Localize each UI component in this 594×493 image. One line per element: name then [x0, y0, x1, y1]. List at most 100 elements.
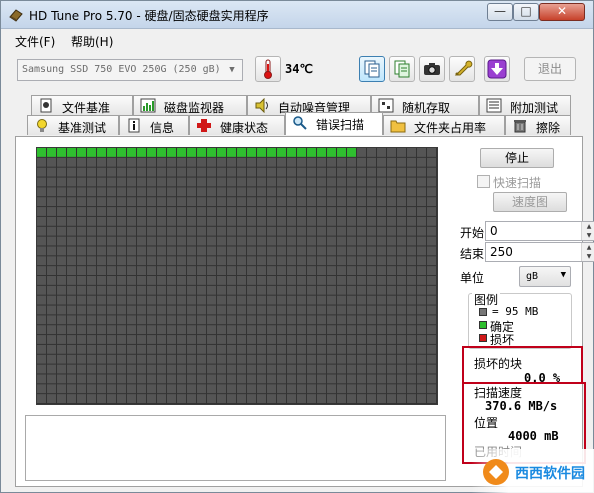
unscanned-block [367, 246, 376, 256]
unscanned-block [127, 187, 136, 197]
unscanned-block [307, 157, 316, 167]
unscanned-block [117, 177, 126, 187]
stop-button[interactable]: 停止 [480, 148, 554, 168]
unscanned-block [337, 394, 346, 403]
unscanned-block [107, 335, 116, 344]
unscanned-block [57, 246, 66, 256]
quick-scan-checkbox[interactable] [477, 175, 490, 188]
unscanned-block [107, 236, 116, 246]
unscanned-block [167, 276, 176, 285]
unscanned-block [177, 266, 186, 275]
maximize-button[interactable]: □ [513, 3, 539, 21]
unscanned-block [197, 344, 206, 354]
menu-file[interactable]: 文件(F) [15, 33, 55, 50]
unit-select[interactable]: gB ▼ [519, 266, 571, 287]
save-button[interactable] [484, 56, 510, 82]
unscanned-block [417, 256, 426, 266]
unscanned-block [427, 207, 436, 216]
unscanned-block [377, 167, 386, 177]
start-input[interactable]: 0 ▲ ▼ [485, 221, 594, 241]
options-button[interactable] [449, 56, 475, 82]
unscanned-block [187, 216, 196, 226]
unscanned-block [87, 226, 96, 236]
tab-info[interactable]: 信息 [119, 115, 189, 135]
start-spinner[interactable]: ▲ ▼ [581, 222, 594, 240]
unscanned-block [427, 315, 436, 325]
unscanned-block [77, 374, 86, 384]
unscanned-block [267, 344, 276, 354]
unscanned-block [307, 315, 316, 325]
close-button[interactable]: ✕ [539, 3, 585, 21]
unscanned-block [247, 325, 256, 335]
unscanned-block [147, 266, 156, 275]
unscanned-block [237, 394, 246, 403]
copy-all-button[interactable] [389, 56, 415, 82]
unscanned-block [77, 167, 86, 177]
watermark-logo-icon [483, 459, 509, 485]
unscanned-block [137, 216, 146, 226]
unscanned-block [367, 177, 376, 187]
unscanned-block [167, 256, 176, 266]
unscanned-block [87, 207, 96, 216]
tab-health-label: 健康状态 [220, 121, 269, 135]
unscanned-block [427, 157, 436, 167]
screenshot-button[interactable] [419, 56, 445, 82]
copy-info-button[interactable] [359, 56, 385, 82]
unscanned-block [377, 384, 386, 394]
unscanned-block [357, 207, 366, 216]
unscanned-block [237, 305, 246, 315]
unscanned-block [177, 177, 186, 187]
unscanned-block [297, 167, 306, 177]
unscanned-block [377, 226, 386, 236]
unscanned-block [247, 315, 256, 325]
minimize-button[interactable]: — [487, 3, 513, 21]
unscanned-block [97, 354, 106, 364]
unscanned-block [367, 276, 376, 285]
unscanned-block [307, 266, 316, 275]
tab-extra-tests[interactable]: 附加测试 [479, 95, 571, 115]
drive-select[interactable]: Samsung SSD 750 EVO 250G (250 gB) ▼ [17, 59, 243, 81]
tab-health[interactable]: 健康状态 [189, 115, 285, 135]
unscanned-block [357, 236, 366, 246]
unscanned-block [167, 374, 176, 384]
tab-benchmark[interactable]: 基准测试 [27, 115, 119, 135]
unscanned-block [147, 384, 156, 394]
unscanned-block [417, 167, 426, 177]
scanned-block [47, 148, 56, 157]
unscanned-block [167, 236, 176, 246]
unscanned-block [177, 285, 186, 295]
unscanned-block [377, 148, 386, 157]
unscanned-block [187, 157, 196, 167]
unscanned-block [217, 276, 226, 285]
unscanned-block [127, 236, 136, 246]
unscanned-block [347, 364, 356, 374]
unscanned-block [327, 236, 336, 246]
unscanned-block [147, 226, 156, 236]
unscanned-block [367, 157, 376, 167]
unscanned-block [137, 384, 146, 394]
unscanned-block [407, 256, 416, 266]
unscanned-block [417, 305, 426, 315]
unscanned-block [167, 354, 176, 364]
unscanned-block [237, 197, 246, 207]
tab-random-access[interactable]: 随机存取 [371, 95, 479, 115]
unscanned-block [367, 364, 376, 374]
unscanned-block [107, 226, 116, 236]
tab-disk-monitor[interactable]: 磁盘监视器 [133, 95, 247, 115]
temperature-button[interactable] [255, 56, 281, 82]
unscanned-block [297, 187, 306, 197]
menu-help[interactable]: 帮助(H) [71, 33, 113, 50]
exit-button[interactable]: 退出 [524, 57, 576, 81]
unscanned-block [367, 315, 376, 325]
title-bar[interactable]: HD Tune Pro 5.70 - 硬盘/固态硬盘实用程序 — □ ✕ [1, 1, 593, 29]
unscanned-block [77, 157, 86, 167]
tab-benchmark-label: 基准测试 [58, 121, 107, 135]
unscanned-block [377, 374, 386, 384]
tab-error-scan[interactable]: 错误扫描 [285, 112, 383, 135]
end-input[interactable]: 250 ▲ ▼ [485, 242, 594, 262]
tab-file-benchmark[interactable]: 文件基准 [31, 95, 133, 115]
tab-erase[interactable]: 擦除 [505, 115, 571, 135]
speed-map-button[interactable]: 速度图 [493, 192, 567, 212]
end-spinner[interactable]: ▲ ▼ [581, 243, 594, 261]
tab-folder-usage[interactable]: 文件夹占用率 [383, 115, 505, 135]
